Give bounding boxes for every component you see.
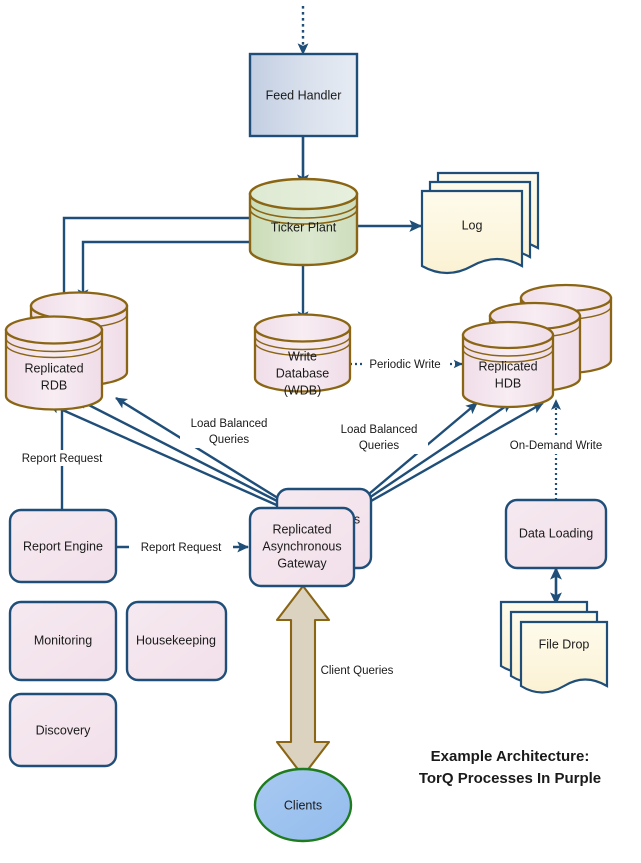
edge-gateway-rdb-1: [115, 396, 282, 502]
discovery-label: Discovery: [36, 723, 92, 737]
wdb-label-line3: (WDB): [284, 383, 322, 397]
client-queries-label: Client Queries: [321, 665, 394, 677]
housekeeping-label: Housekeeping: [136, 633, 216, 647]
node-ticker-plant[interactable]: Ticker Plant: [248, 177, 359, 267]
client-queries-block-arrow: [275, 584, 331, 778]
on-demand-write-label: On-Demand Write: [510, 440, 602, 452]
load-balanced-queries-left-line2: Queries: [209, 434, 250, 446]
load-balanced-queries-right-line1: Load Balanced: [341, 424, 418, 436]
edge-label-periodic-write: Periodic Write: [363, 356, 447, 372]
diagram-title-line1: Example Architecture:: [431, 748, 590, 765]
edge-label-load-balanced-queries-right: Load Balanced Queries: [330, 420, 428, 454]
ticker-plant-label: Ticker Plant: [271, 220, 337, 234]
report-engine-label: Report Engine: [23, 539, 103, 553]
wdb-label-line2: Database: [276, 366, 330, 380]
load-balanced-queries-right-line2: Queries: [359, 440, 400, 452]
replicated-rdb-label-line1: Replicated: [24, 361, 83, 375]
edge-label-on-demand-write: On-Demand Write: [500, 438, 612, 454]
wdb-label-line1: Write: [288, 349, 317, 363]
edge-label-report-request-horizontal: Report Request: [129, 539, 233, 555]
node-housekeeping[interactable]: Housekeeping: [125, 600, 228, 682]
load-balanced-queries-left-line1: Load Balanced: [191, 418, 268, 430]
diagram-title: Example Architecture: TorQ Processes In …: [419, 748, 601, 787]
replicated-rdb-label-line2: RDB: [41, 378, 67, 392]
gateway-label-line2: Asynchronous: [262, 539, 341, 553]
file-drop-label: File Drop: [539, 637, 590, 651]
architecture-diagram: Feed Handler Ticker Plant Log Replicated…: [0, 0, 641, 863]
node-replicated-rdb[interactable]: Replicated RDB: [4, 291, 129, 411]
node-feed-handler[interactable]: Feed Handler: [248, 52, 359, 138]
architecture-diagram-canvas: Feed Handler Ticker Plant Log Replicated…: [4, 6, 613, 843]
edge-label-load-balanced-queries-left: Load Balanced Queries: [180, 414, 278, 448]
node-data-loading[interactable]: Data Loading: [504, 498, 608, 570]
node-file-drop[interactable]: File Drop: [499, 600, 609, 694]
monitoring-label: Monitoring: [34, 633, 92, 647]
edge-label-client-queries: Client Queries: [321, 665, 394, 677]
gateway-label-line1: Replicated: [272, 522, 331, 536]
node-monitoring[interactable]: Monitoring: [8, 600, 118, 682]
edge-label-report-request-vertical: Report Request: [10, 450, 114, 466]
node-log[interactable]: Log: [420, 171, 540, 275]
node-report-engine[interactable]: Report Engine: [8, 508, 118, 584]
gateway-label-line3: Gateway: [277, 556, 327, 570]
clients-label: Clients: [284, 798, 322, 812]
feed-handler-label: Feed Handler: [266, 88, 342, 102]
replicated-hdb-label-line1: Replicated: [478, 359, 537, 373]
replicated-hdb-label-line2: HDB: [495, 376, 521, 390]
edge-gateway-hdb-3: [356, 401, 544, 511]
edge-tickerplant-rdb-front: [77, 240, 250, 301]
node-replicated-asynchronous-gateway[interactable]: Replicated Asynchronous Gateway: [248, 506, 356, 588]
report-request-vertical-label: Report Request: [22, 453, 103, 465]
periodic-write-label: Periodic Write: [369, 359, 440, 371]
log-label: Log: [462, 218, 483, 232]
node-clients[interactable]: Clients: [253, 767, 353, 843]
node-replicated-hdb[interactable]: Replicated HDB: [461, 283, 613, 409]
node-discovery[interactable]: Discovery: [8, 692, 118, 768]
diagram-title-line2: TorQ Processes In Purple: [419, 770, 601, 787]
data-loading-label: Data Loading: [519, 526, 593, 540]
node-write-database[interactable]: Write Database (WDB): [253, 313, 352, 398]
report-request-horizontal-label: Report Request: [141, 542, 222, 554]
